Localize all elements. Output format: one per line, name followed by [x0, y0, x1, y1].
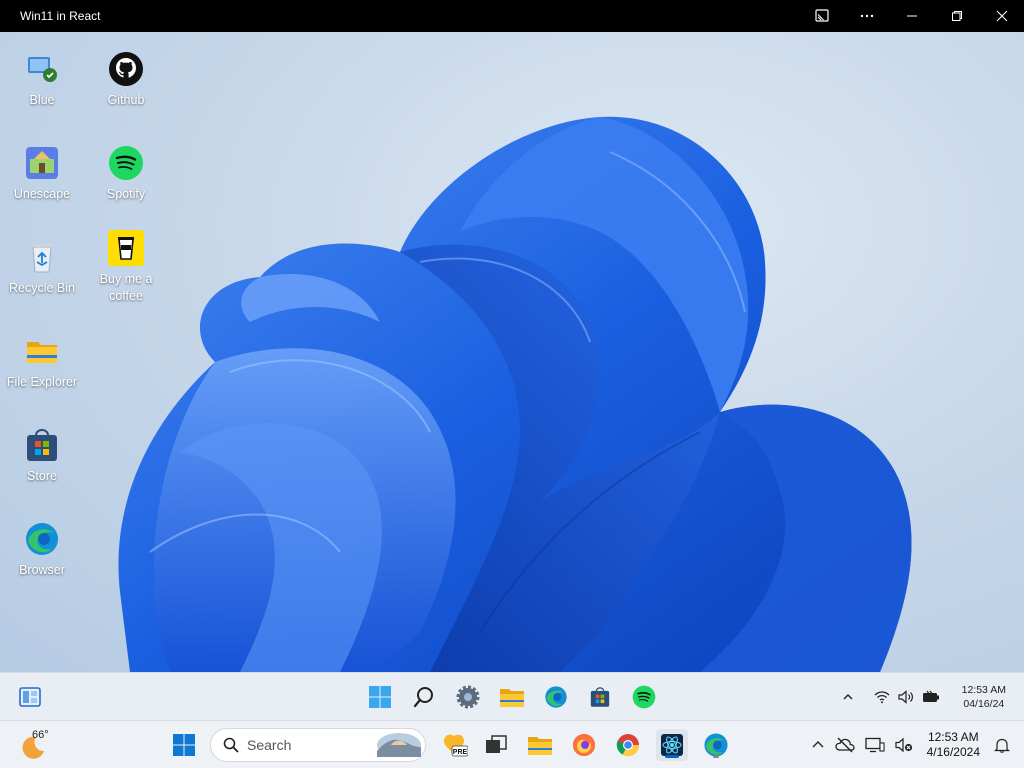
settings-button[interactable]	[452, 681, 484, 713]
cast-icon	[814, 9, 829, 22]
desktop-icon-label: Blue	[29, 93, 55, 107]
win11-react-app-button[interactable]	[656, 729, 688, 761]
edge-icon	[23, 520, 61, 558]
host-system-tray: 12:53 AM 4/16/2024	[811, 721, 1010, 768]
search-placeholder: Search	[247, 737, 292, 753]
desktop-icon-unescape[interactable]: Unescape	[0, 144, 84, 203]
coffee-icon	[107, 229, 145, 267]
inner-clock-date: 04/16/24	[963, 698, 1005, 710]
close-icon	[996, 10, 1007, 22]
inner-system-tray: 12:53 AM 04/16/24	[838, 673, 1006, 721]
start-button[interactable]	[364, 681, 396, 713]
search-icon	[223, 737, 239, 753]
host-start-button[interactable]	[168, 729, 200, 761]
host-search-box[interactable]: Search	[210, 728, 426, 762]
host-file-explorer-button[interactable]	[524, 729, 556, 761]
start-icon	[173, 734, 195, 756]
widgets-button[interactable]	[14, 681, 46, 713]
display-icon[interactable]	[864, 737, 885, 753]
host-edge-button[interactable]	[700, 729, 732, 761]
chrome-icon	[616, 734, 639, 756]
task-view-button[interactable]	[480, 729, 512, 761]
firefox-button[interactable]	[568, 729, 600, 761]
desktop-icon-label: Spotify	[106, 187, 146, 201]
unescape-icon	[23, 144, 61, 182]
store-icon	[590, 687, 610, 707]
desktop-icon-label: Github	[107, 93, 145, 107]
chrome-button[interactable]	[612, 729, 644, 761]
inner-clock[interactable]: 12:53 AM 04/16/24	[962, 683, 1006, 711]
volume-mute-icon[interactable]	[895, 737, 913, 753]
desktop-icon-browser[interactable]: Browser	[0, 520, 84, 579]
settings-icon	[456, 685, 480, 709]
weather-widget[interactable]: 66°	[18, 727, 62, 763]
window-title: Win11 in React	[20, 9, 101, 23]
desktop-icon-label: Recycle Bin	[9, 281, 75, 295]
desktop-icon-label: Unescape	[13, 187, 71, 201]
cloud-off-icon[interactable]	[834, 737, 855, 753]
desktop-icon-label: File Explorer	[6, 375, 78, 389]
wallpaper-bloom	[118, 116, 912, 672]
task-view-icon	[486, 735, 507, 753]
desktop-icon-label: Buy me a coffee	[99, 272, 153, 303]
copilot-pre-icon: PRE	[444, 734, 468, 757]
blue-app-icon	[23, 50, 61, 88]
active-indicator	[665, 755, 679, 758]
inner-clock-time: 12:53 AM	[961, 684, 1006, 696]
desktop-icon-github[interactable]: Github	[84, 50, 168, 109]
start-icon	[369, 686, 391, 708]
more-icon	[860, 14, 873, 18]
minimize-icon	[906, 15, 917, 17]
inner-taskbar: 12:53 AM 04/16/24	[0, 672, 1024, 720]
github-icon	[107, 50, 145, 88]
desktop-icon-recycle-bin[interactable]: Recycle Bin	[0, 238, 84, 297]
host-clock-time: 12:53 AM	[927, 730, 979, 744]
volume-icon[interactable]	[898, 690, 914, 704]
bell-icon[interactable]	[994, 737, 1010, 753]
wifi-icon[interactable]	[874, 690, 890, 704]
chevron-up-icon[interactable]	[811, 738, 825, 752]
desktop-icon-label: Store	[27, 469, 57, 483]
desktop[interactable]: Blue Unescape Recycle Bin File Explorer …	[0, 32, 1024, 672]
recycle-bin-icon	[23, 238, 61, 276]
search-button[interactable]	[408, 681, 440, 713]
search-highlight-image	[377, 733, 421, 757]
desktop-icon-spotify[interactable]: Spotify	[84, 144, 168, 203]
chevron-up-icon[interactable]	[838, 691, 858, 703]
desktop-icon-blue[interactable]: Blue	[0, 50, 84, 109]
svg-text:PRE: PRE	[453, 749, 468, 756]
file-explorer-icon	[528, 737, 552, 755]
battery-icon[interactable]	[922, 690, 940, 704]
copilot-pre-button[interactable]: PRE	[438, 729, 470, 761]
window-titlebar: Win11 in React	[0, 0, 1024, 32]
cast-button[interactable]	[799, 0, 844, 32]
host-clock[interactable]: 12:53 AM 4/16/2024	[927, 730, 980, 760]
folder-icon	[23, 332, 61, 370]
restore-button[interactable]	[934, 0, 979, 32]
file-explorer-button[interactable]	[496, 681, 528, 713]
firefox-icon	[573, 734, 595, 756]
restore-icon	[951, 11, 962, 21]
search-icon	[413, 687, 433, 708]
desktop-icon-buy-me-a-coffee[interactable]: Buy me a coffee	[84, 229, 168, 305]
spotify-button[interactable]	[628, 681, 660, 713]
host-clock-date: 4/16/2024	[926, 745, 980, 759]
store-button[interactable]	[584, 681, 616, 713]
desktop-icon-store[interactable]: Store	[0, 426, 84, 485]
desktop-icon-label: Browser	[19, 563, 65, 577]
minimize-button[interactable]	[889, 0, 934, 32]
weather-temp: 66°	[32, 729, 49, 741]
spotify-icon	[632, 685, 656, 709]
store-icon	[23, 426, 61, 464]
widgets-icon	[19, 687, 41, 707]
running-indicator	[713, 755, 719, 758]
edge-icon	[545, 686, 567, 708]
edge-button[interactable]	[540, 681, 572, 713]
spotify-icon	[107, 144, 145, 182]
more-button[interactable]	[844, 0, 889, 32]
close-button[interactable]	[979, 0, 1024, 32]
desktop-icon-file-explorer[interactable]: File Explorer	[0, 332, 84, 391]
file-explorer-icon	[500, 689, 524, 707]
host-taskbar: 66° Search PRE 12:53 AM 4/16/2024	[0, 720, 1024, 768]
